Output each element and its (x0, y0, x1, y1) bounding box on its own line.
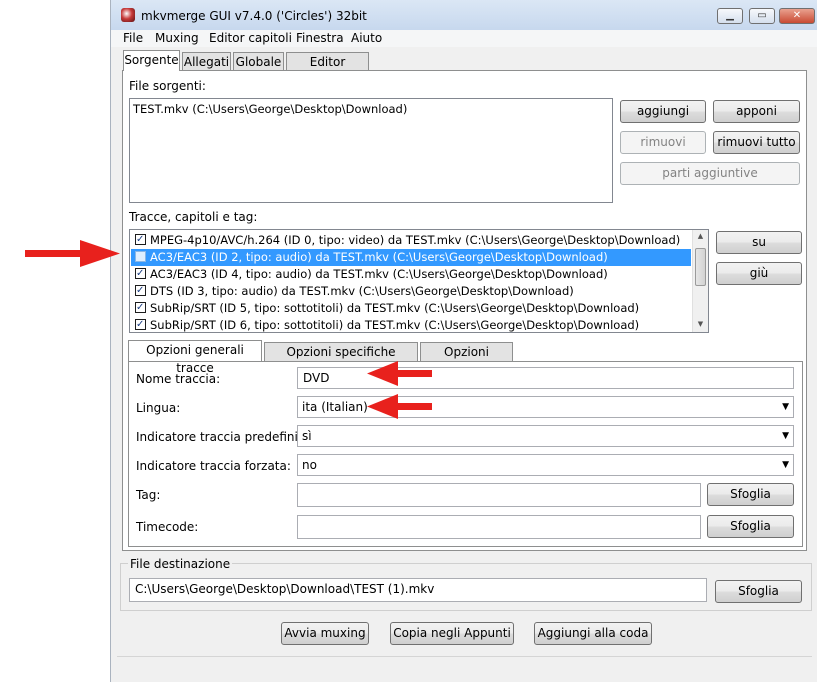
title-bar[interactable]: mkvmerge GUI v7.4.0 ('Circles') 32bit ▁ … (111, 0, 817, 31)
track-label: AC3/EAC3 (ID 4, tipo: audio) da TEST.mkv… (150, 267, 608, 281)
menu-file[interactable]: File (123, 31, 143, 45)
minimize-button[interactable]: ▁ (717, 8, 743, 24)
source-file-item[interactable]: TEST.mkv (C:\Users\George\Desktop\Downlo… (133, 102, 407, 116)
default-track-select[interactable]: sì ▼ (297, 425, 794, 447)
append-button[interactable]: apponi (713, 100, 800, 123)
language-label: Lingua: (136, 401, 181, 415)
tag-label: Tag: (136, 488, 161, 502)
tab-global[interactable]: Globale (233, 52, 284, 71)
forced-track-select[interactable]: no ▼ (297, 454, 794, 476)
move-down-button[interactable]: giù (716, 262, 802, 285)
timecode-browse-button[interactable]: Sfoglia (707, 515, 794, 538)
add-button[interactable]: aggiungi (620, 100, 706, 123)
scroll-down-icon[interactable]: ▼ (693, 320, 708, 328)
destination-browse-button[interactable]: Sfoglia (715, 580, 802, 603)
chevron-down-icon: ▼ (782, 431, 789, 441)
annotation-arrow-track (25, 240, 120, 267)
timecode-input[interactable] (297, 515, 701, 539)
tag-browse-button[interactable]: Sfoglia (707, 483, 794, 506)
menu-muxing[interactable]: Muxing (155, 31, 199, 45)
menu-chapter-editor[interactable]: Editor capitoli (209, 31, 292, 45)
track-row[interactable]: DTS (ID 3, tipo: audio) da TEST.mkv (C:\… (131, 283, 691, 300)
forced-track-value: no (302, 458, 317, 472)
source-files-list[interactable]: TEST.mkv (C:\Users\George\Desktop\Downlo… (129, 98, 613, 203)
start-muxing-button[interactable]: Avvia muxing (281, 622, 369, 645)
tab-format-specific-options[interactable]: Opzioni specifiche formato (264, 342, 418, 377)
scroll-up-icon[interactable]: ▲ (693, 232, 708, 240)
remove-button[interactable]: rimuovi (620, 131, 706, 154)
track-row-selected[interactable]: AC3/EAC3 (ID 2, tipo: audio) da TEST.mkv… (131, 249, 691, 266)
timecode-label: Timecode: (136, 520, 199, 534)
track-checkbox[interactable] (135, 251, 146, 262)
app-icon (121, 8, 135, 22)
track-row[interactable]: AC3/EAC3 (ID 4, tipo: audio) da TEST.mkv… (131, 266, 691, 283)
add-to-queue-button[interactable]: Aggiungi alla coda (534, 622, 652, 645)
track-checkbox[interactable] (135, 266, 146, 282)
menu-window[interactable]: Finestra (296, 31, 344, 45)
track-options-panel: Nome traccia: DVD Lingua: ita (Italian) … (128, 361, 803, 547)
default-track-value: sì (302, 429, 312, 443)
tag-input[interactable] (297, 483, 701, 507)
track-row[interactable]: SubRip/SRT (ID 6, tipo: sottotitoli) da … (131, 317, 691, 334)
additional-parts-button[interactable]: parti aggiuntive (620, 162, 800, 185)
tracks-label: Tracce, capitoli e tag: (129, 210, 258, 224)
scroll-thumb[interactable] (695, 248, 706, 286)
track-checkbox[interactable] (135, 283, 146, 299)
track-label: AC3/EAC3 (ID 2, tipo: audio) da TEST.mkv… (150, 250, 608, 264)
remove-all-button[interactable]: rimuovi tutto (713, 131, 800, 154)
copy-to-clipboard-button[interactable]: Copia negli Appunti (390, 622, 514, 645)
chevron-down-icon: ▼ (782, 402, 789, 412)
track-label: SubRip/SRT (ID 6, tipo: sottotitoli) da … (150, 318, 640, 332)
source-panel: File sorgenti: TEST.mkv (C:\Users\George… (122, 70, 807, 551)
maximize-button[interactable]: ▭ (749, 8, 775, 24)
forced-track-label: Indicatore traccia forzata: (136, 459, 291, 473)
mkvmerge-window: mkvmerge GUI v7.4.0 ('Circles') 32bit ▁ … (110, 0, 817, 682)
destination-label: File destinazione (128, 557, 233, 571)
track-label: DTS (ID 3, tipo: audio) da TEST.mkv (C:\… (150, 284, 574, 298)
destination-input[interactable]: C:\Users\George\Desktop\Download\TEST (1… (129, 578, 707, 602)
tab-general-track-options[interactable]: Opzioni generali tracce (128, 340, 262, 375)
close-button[interactable]: ✕ (779, 8, 815, 24)
track-row[interactable]: MPEG-4p10/AVC/h.264 (ID 0, tipo: video) … (131, 232, 691, 249)
window-title: mkvmerge GUI v7.4.0 ('Circles') 32bit (141, 9, 367, 23)
track-checkbox[interactable] (135, 300, 146, 316)
track-checkbox[interactable] (135, 317, 146, 333)
tab-source[interactable]: Sorgente (123, 50, 180, 71)
menu-bar: File Muxing Editor capitoli Finestra Aiu… (111, 30, 817, 47)
track-row[interactable]: SubRip/SRT (ID 5, tipo: sottotitoli) da … (131, 300, 691, 317)
chevron-down-icon: ▼ (782, 460, 789, 470)
track-checkbox[interactable] (135, 232, 146, 248)
tracks-list[interactable]: MPEG-4p10/AVC/h.264 (ID 0, tipo: video) … (129, 229, 709, 333)
language-value: ita (Italian) (302, 400, 368, 414)
tab-special-options[interactable]: Opzioni speciali (420, 342, 513, 377)
track-label: MPEG-4p10/AVC/h.264 (ID 0, tipo: video) … (150, 233, 681, 247)
default-track-label: Indicatore traccia predefinita: (136, 430, 314, 444)
status-bar (117, 656, 812, 677)
menu-help[interactable]: Aiuto (351, 31, 382, 45)
move-up-button[interactable]: su (716, 231, 802, 254)
tab-attachments[interactable]: Allegati (182, 52, 231, 71)
track-name-input[interactable]: DVD (297, 367, 794, 389)
language-select[interactable]: ita (Italian) ▼ (297, 396, 794, 418)
track-label: SubRip/SRT (ID 5, tipo: sottotitoli) da … (150, 301, 640, 315)
tab-chapter-editor[interactable]: Editor capitoli (286, 52, 369, 87)
source-files-label: File sorgenti: (129, 79, 206, 93)
tracks-scrollbar[interactable]: ▲ ▼ (692, 230, 708, 332)
